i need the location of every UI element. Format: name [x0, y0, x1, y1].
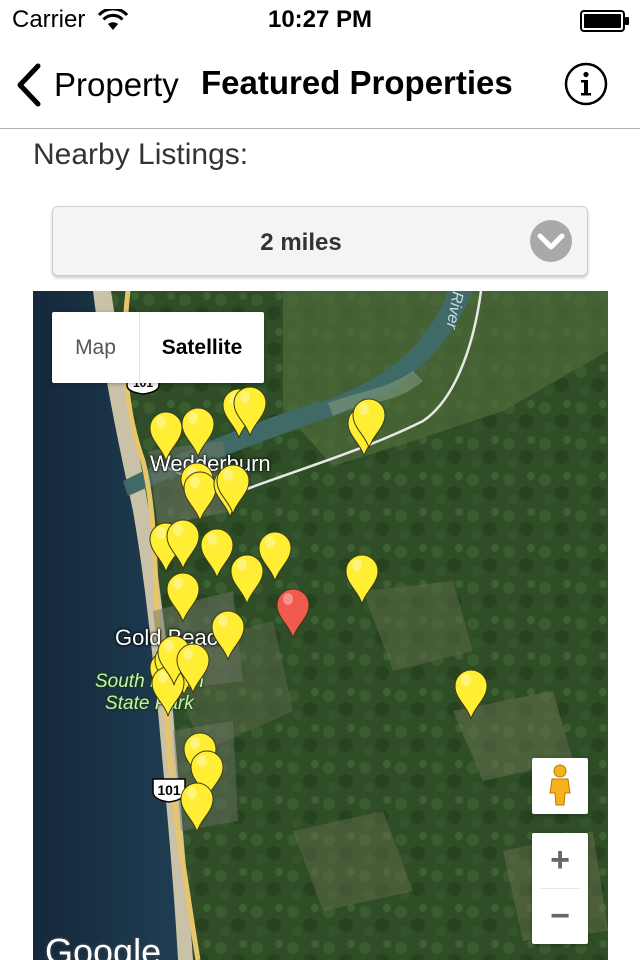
back-label: Property	[54, 66, 179, 103]
status-bar: Carrier 10:27 PM	[0, 0, 640, 40]
info-icon[interactable]	[564, 62, 608, 106]
listing-marker[interactable]	[454, 669, 488, 720]
listing-marker[interactable]	[166, 572, 200, 623]
street-view-pegman-button[interactable]	[532, 758, 588, 814]
navigation-bar: Property Featured Properties	[0, 40, 640, 129]
google-attribution: Google	[45, 931, 162, 960]
status-time: 10:27 PM	[267, 6, 373, 33]
pegman-icon	[549, 764, 571, 806]
listing-marker[interactable]	[216, 464, 250, 515]
back-button[interactable]: Property	[14, 60, 179, 110]
distance-value: 2 miles	[260, 229, 342, 256]
chevron-down-icon	[530, 220, 572, 262]
listing-marker[interactable]	[230, 554, 264, 605]
zoom-control: + −	[532, 833, 588, 944]
distance-dropdown[interactable]: 2 miles	[52, 206, 588, 276]
zoom-out-button[interactable]: −	[532, 889, 588, 944]
listing-marker[interactable]	[183, 471, 217, 522]
listing-marker[interactable]	[200, 528, 234, 579]
back-chevron-icon	[17, 63, 41, 107]
map-type-map-button[interactable]: Map	[52, 312, 140, 383]
listing-marker[interactable]	[149, 411, 183, 462]
page-title: Featured Properties	[201, 64, 513, 101]
battery-full-icon	[580, 10, 629, 32]
listing-marker[interactable]	[211, 610, 245, 661]
zoom-in-button[interactable]: +	[532, 833, 588, 888]
current-property-marker[interactable]	[276, 588, 310, 639]
listing-marker[interactable]	[181, 407, 215, 458]
map-type-control: Map Satellite	[52, 312, 264, 383]
listing-marker[interactable]	[180, 782, 214, 833]
map-type-satellite-button[interactable]: Satellite	[140, 312, 264, 383]
satellite-map[interactable]: 101 101 River Wedderburn Gold Beach Sout…	[33, 291, 608, 960]
listing-marker[interactable]	[258, 531, 292, 582]
listing-marker[interactable]	[345, 554, 379, 605]
map-markers	[149, 386, 488, 833]
listing-marker[interactable]	[166, 519, 200, 570]
nearby-listings-label: Nearby Listings:	[33, 138, 249, 171]
